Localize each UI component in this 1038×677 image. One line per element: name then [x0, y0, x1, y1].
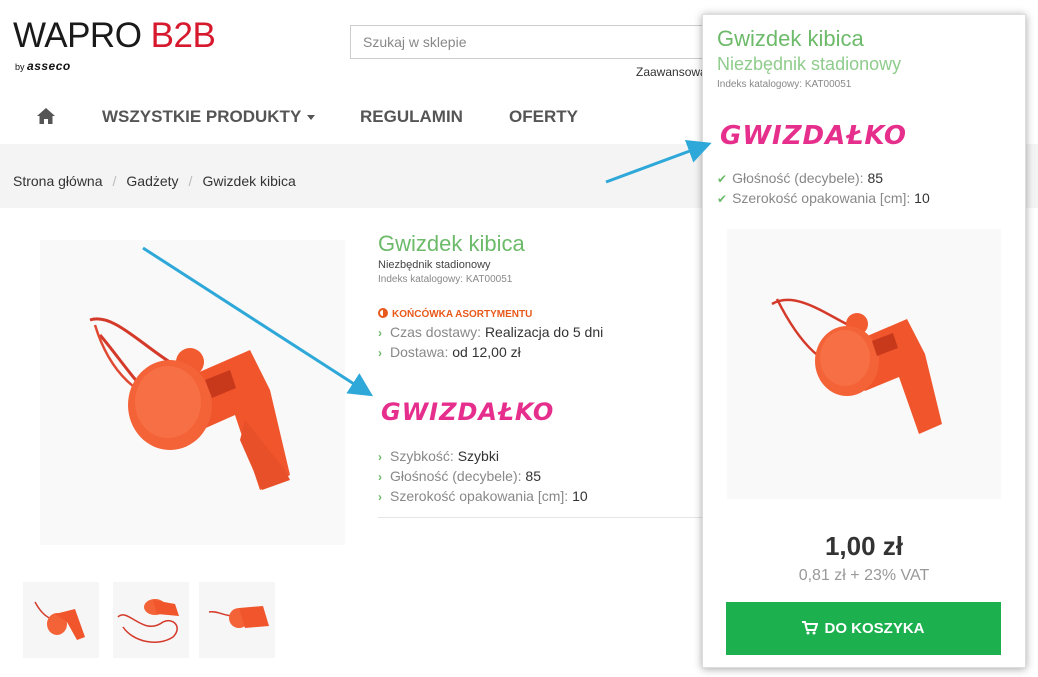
attribute-label: Głośność (decybele):: [390, 468, 522, 484]
product-preview-card: Gwizdek kibica Niezbędnik stadionowy Ind…: [702, 14, 1026, 668]
card-attributes-list: ✔ Głośność (decybele): 85 ✔ Szerokość opak…: [717, 170, 930, 210]
whistle-image: [89, 317, 290, 490]
end-of-range-badge: KOŃCÓWKA ASORTYMENTU: [378, 308, 532, 320]
thumbnail-1[interactable]: [23, 582, 99, 658]
add-to-cart-label: DO KOSZYKA: [824, 620, 925, 637]
attribute-loudness: › Głośność (decybele): 85: [378, 468, 588, 488]
whistle-thumb-icon: [117, 599, 179, 643]
search-box: [350, 25, 720, 59]
breadcrumb: Strona główna / Gadżety / Gwizdek kibica: [13, 173, 296, 189]
card-subtitle: Niezbędnik stadionowy: [717, 54, 902, 74]
brand-logo[interactable]: GWIZDAŁKO: [381, 398, 554, 426]
chevron-right-icon: ›: [378, 470, 382, 484]
product-catalog-index: Indeks katalogowy: KAT00051: [378, 274, 513, 285]
cart-icon: [802, 621, 819, 635]
delivery-cost-value: od 12,00 zł: [452, 344, 521, 360]
whistle-image: [771, 298, 942, 434]
card-product-image[interactable]: [727, 229, 1001, 499]
product-main-image[interactable]: [40, 240, 345, 545]
attribute-label: Szerokość opakowania [cm]:: [390, 488, 569, 504]
delivery-cost-label: Dostawa:: [390, 344, 449, 360]
add-to-cart-button[interactable]: DO KOSZYKA: [726, 602, 1001, 655]
divider: [378, 517, 708, 518]
logo-wapro: WAPRO: [13, 16, 142, 55]
attribute-label: Szybkość:: [390, 448, 454, 464]
attribute-package-width: › Szerokość opakowania [cm]: 10: [378, 488, 588, 508]
card-title[interactable]: Gwizdek kibica: [717, 26, 864, 52]
thumbnail-3[interactable]: [199, 582, 275, 658]
delivery-time: › Czas dostawy: Realizacja do 5 dni: [378, 324, 603, 344]
logo[interactable]: WAPRO B2B by asseco: [13, 16, 216, 74]
card-price: 1,00 zł: [824, 531, 904, 561]
half-circle-icon: [378, 308, 388, 318]
chevron-right-icon: ›: [378, 346, 382, 360]
nav-terms[interactable]: REGULAMIN: [360, 107, 463, 127]
check-icon: ✔: [717, 192, 728, 206]
advanced-search-link[interactable]: Zaawansowa: [636, 65, 707, 79]
card-attribute-loudness: ✔ Głośność (decybele): 85: [717, 170, 930, 190]
breadcrumb-home[interactable]: Strona główna: [13, 173, 103, 189]
attribute-value: 10: [572, 488, 588, 504]
card-brand-logo: GWIZDAŁKO: [720, 121, 908, 151]
logo-b2b: B2B: [150, 16, 216, 55]
delivery-time-value: Realizacja do 5 dni: [484, 324, 604, 340]
delivery-cost: › Dostawa: od 12,00 zł: [378, 344, 603, 364]
card-net-price: 0,81 zł + 23% VAT: [798, 567, 930, 584]
attribute-value: 85: [525, 468, 541, 484]
whistle-thumb-icon: [34, 601, 85, 640]
thumbnail-2[interactable]: [113, 582, 189, 658]
check-icon: ✔: [717, 172, 728, 186]
caret-down-icon: [307, 115, 316, 121]
logo-by-asseco: by asseco: [15, 59, 71, 73]
attribute-speed: › Szybkość: Szybki: [378, 448, 588, 468]
breadcrumb-separator: /: [188, 173, 193, 189]
page: WAPRO B2B by asseco Zaawansowa WSZYSTKIE…: [0, 0, 1038, 677]
chevron-right-icon: ›: [378, 326, 382, 340]
chevron-right-icon: ›: [378, 450, 382, 464]
nav-all-products[interactable]: WSZYSTKIE PRODUKTY: [102, 107, 316, 127]
home-icon[interactable]: [36, 107, 56, 125]
breadcrumb-category[interactable]: Gadżety: [126, 173, 178, 189]
logo-asseco: asseco: [27, 59, 71, 73]
delivery-info-list: › Czas dostawy: Realizacja do 5 dni › Dost…: [378, 324, 603, 364]
search-input[interactable]: [351, 26, 719, 58]
chevron-right-icon: ›: [378, 490, 382, 504]
logo-text: WAPRO B2B: [13, 16, 216, 55]
card-attribute-value: 85: [867, 170, 884, 186]
product-title: Gwizdek kibica: [378, 231, 525, 256]
breadcrumb-current: Gwizdek kibica: [202, 173, 296, 189]
card-catalog-index: Indeks katalogowy: KAT00051: [717, 79, 852, 90]
attribute-value: Szybki: [457, 448, 499, 464]
end-of-range-label: KOŃCÓWKA ASORTYMENTU: [392, 309, 533, 320]
card-attribute-package-width: ✔ Szerokość opakowania [cm]: 10: [717, 190, 930, 210]
product-attributes-list: › Szybkość: Szybki › Głośność (decybele): …: [378, 448, 588, 508]
whistle-thumb-icon: [208, 606, 269, 628]
card-attribute-value: 10: [914, 190, 930, 206]
logo-by: by: [15, 62, 25, 72]
delivery-time-label: Czas dostawy:: [390, 324, 482, 340]
card-attribute-label: Szerokość opakowania [cm]:: [732, 190, 911, 206]
nav-all-products-label: WSZYSTKIE PRODUKTY: [102, 107, 302, 126]
breadcrumb-separator: /: [112, 173, 117, 189]
nav-offers[interactable]: OFERTY: [509, 107, 578, 127]
card-attribute-label: Głośność (decybele):: [732, 170, 864, 186]
product-subtitle: Niezbędnik stadionowy: [378, 259, 491, 271]
